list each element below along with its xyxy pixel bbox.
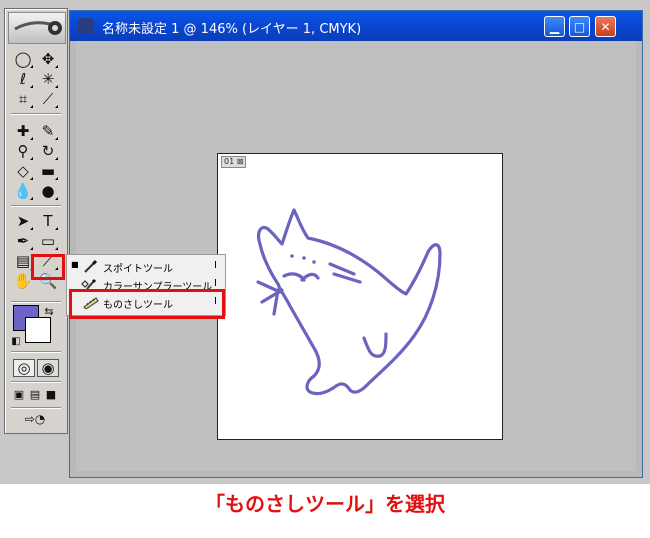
close-button[interactable]: ✕	[595, 16, 616, 37]
selected-bullet-icon: ■	[71, 260, 79, 269]
document-icon	[78, 18, 94, 34]
move-tool-icon[interactable]: ✥	[37, 49, 59, 69]
history-brush-tool-icon[interactable]: ↻	[37, 141, 59, 161]
submenu-indicator-icon	[30, 177, 33, 180]
shape-tool-icon[interactable]: ▭	[37, 231, 59, 251]
default-colors-icon[interactable]: ◧	[9, 335, 23, 347]
submenu-indicator-icon	[30, 247, 33, 250]
submenu-indicator-icon	[30, 157, 33, 160]
jump-to-imageready-icon[interactable]: ⇨◔	[13, 411, 57, 427]
flyout-item-shortcut: I	[214, 260, 217, 271]
submenu-indicator-icon	[30, 85, 33, 88]
crop-tool-icon[interactable]: ⌗	[12, 89, 34, 109]
submenu-indicator-icon	[55, 157, 58, 160]
submenu-indicator-icon	[55, 65, 58, 68]
canvas-tab-marker: 01 ⊠	[221, 156, 247, 168]
submenu-indicator-icon	[55, 85, 58, 88]
tool-separator	[11, 407, 61, 409]
eyedropper-highlight-box	[31, 254, 65, 280]
ruler-tool-highlight-box	[69, 289, 225, 319]
marquee-tool-icon[interactable]: ◯	[12, 49, 34, 69]
minimize-button[interactable]: ▁	[544, 16, 565, 37]
maximize-button[interactable]: □	[569, 16, 590, 37]
submenu-indicator-icon	[55, 197, 58, 200]
healing-brush-tool-icon[interactable]: ✚	[12, 121, 34, 141]
tool-separator	[11, 205, 61, 207]
screen-mode-menu-icon[interactable]: ▤	[27, 387, 43, 401]
quickmask-mode-icon[interactable]: ◉	[37, 359, 59, 377]
instruction-caption: 「ものさしツール」を選択	[205, 492, 445, 516]
tool-separator	[11, 113, 61, 115]
screen: ⇆ ◧ ◎ ◉ ▣ ▤ ■ ⇨◔ ◯ ✥ ℓ ✳ ⌗ ⟋ ✚ ✎ ⚲ ↻ ◇ ▬ 💧 ● ➤ T ✒ ▭ ▤ ⟋ ✋ 🔍 …	[0, 0, 650, 484]
submenu-indicator-icon	[55, 227, 58, 230]
toolbox-panel: ⇆ ◧ ◎ ◉ ▣ ▤ ■ ⇨◔ ◯ ✥ ℓ ✳ ⌗ ⟋ ✚ ✎ ⚲ ↻ ◇ ▬ 💧 ● ➤ T ✒ ▭ ▤ ⟋ ✋ 🔍	[4, 8, 68, 434]
path-select-tool-icon[interactable]: ➤	[12, 211, 34, 231]
swap-colors-icon[interactable]: ⇆	[41, 304, 57, 318]
blur-tool-icon[interactable]: 💧	[12, 181, 34, 201]
submenu-indicator-icon	[30, 65, 33, 68]
screen-mode-full-icon[interactable]: ■	[43, 387, 59, 401]
submenu-indicator-icon	[55, 105, 58, 108]
feather-logo-icon	[14, 21, 62, 35]
tool-separator	[11, 381, 61, 383]
flyout-item-eyedropper[interactable]: ■ スポイトツール I	[67, 257, 225, 275]
eyedropper-icon	[84, 259, 98, 273]
tool-separator	[11, 351, 61, 353]
background-color-swatch[interactable]	[25, 317, 51, 343]
submenu-indicator-icon	[55, 137, 58, 140]
gradient-tool-icon[interactable]: ▬	[37, 161, 59, 181]
brush-tool-icon[interactable]: ✎	[37, 121, 59, 141]
pen-tool-icon[interactable]: ✒	[12, 231, 34, 251]
submenu-indicator-icon	[30, 197, 33, 200]
eraser-tool-icon[interactable]: ◇	[12, 161, 34, 181]
document-window: 名称未設定 1 @ 146% (レイヤー 1, CMYK) ▁ □ ✕ 01 ⊠	[69, 10, 643, 478]
lasso-tool-icon[interactable]: ℓ	[12, 69, 34, 89]
cat-drawing	[256, 208, 442, 396]
submenu-indicator-icon	[55, 177, 58, 180]
flyout-item-label: スポイトツール	[103, 264, 173, 275]
flyout-item-shortcut: I	[214, 278, 217, 289]
type-tool-icon[interactable]: T	[37, 211, 59, 231]
submenu-indicator-icon	[30, 137, 33, 140]
magic-wand-tool-icon[interactable]: ✳	[37, 69, 59, 89]
toolbox-header-logo[interactable]	[8, 12, 66, 44]
stamp-tool-icon[interactable]: ⚲	[12, 141, 34, 161]
dodge-tool-icon[interactable]: ●	[37, 181, 59, 201]
submenu-indicator-icon	[30, 227, 33, 230]
slice-tool-icon[interactable]: ⟋	[37, 89, 59, 109]
submenu-indicator-icon	[55, 247, 58, 250]
standard-mode-icon[interactable]: ◎	[13, 359, 35, 377]
image-canvas[interactable]: 01 ⊠	[217, 153, 503, 440]
title-bar[interactable]: 名称未設定 1 @ 146% (レイヤー 1, CMYK) ▁ □ ✕	[70, 11, 642, 41]
submenu-indicator-icon	[30, 105, 33, 108]
tool-separator	[11, 301, 61, 303]
screen-mode-standard-icon[interactable]: ▣	[11, 387, 27, 401]
window-title: 名称未設定 1 @ 146% (レイヤー 1, CMYK)	[102, 22, 362, 37]
